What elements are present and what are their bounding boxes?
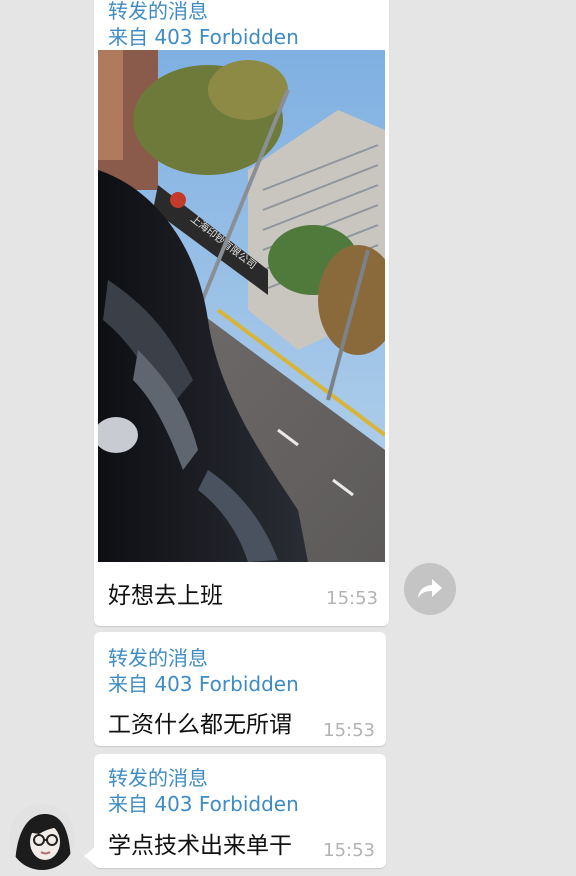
user-avatar[interactable] bbox=[9, 804, 75, 870]
message-bubble-3[interactable]: 转发的消息 来自 403 Forbidden 学点技术出来单干 15:53 bbox=[94, 754, 386, 868]
message-photo[interactable]: 上海印钞有限公司 bbox=[98, 50, 385, 562]
forward-source[interactable]: 来自 403 Forbidden bbox=[108, 791, 299, 817]
forward-source[interactable]: 来自 403 Forbidden bbox=[108, 671, 299, 697]
avatar-image bbox=[9, 804, 75, 870]
message-text: 工资什么都无所谓 bbox=[108, 712, 292, 738]
message-text: 好想去上班 bbox=[108, 583, 223, 609]
message-timestamp: 15:53 bbox=[323, 840, 375, 861]
message-text: 学点技术出来单干 bbox=[108, 833, 292, 859]
forward-source[interactable]: 来自 403 Forbidden bbox=[108, 24, 299, 50]
message-timestamp: 15:53 bbox=[323, 720, 375, 741]
forwarded-label: 转发的消息 bbox=[108, 0, 208, 23]
share-arrow-icon bbox=[418, 579, 442, 598]
street-photo-image: 上海印钞有限公司 bbox=[98, 50, 385, 562]
message-bubble-1[interactable]: 转发的消息 来自 403 Forbidden 上海印钞有限公司 好想去上班 15… bbox=[94, 0, 389, 626]
forwarded-label: 转发的消息 bbox=[108, 766, 208, 790]
share-button[interactable] bbox=[404, 563, 456, 615]
message-timestamp: 15:53 bbox=[326, 588, 378, 609]
message-bubble-2[interactable]: 转发的消息 来自 403 Forbidden 工资什么都无所谓 15:53 bbox=[94, 632, 386, 746]
bubble-tail bbox=[84, 846, 96, 866]
forwarded-label: 转发的消息 bbox=[108, 646, 208, 670]
